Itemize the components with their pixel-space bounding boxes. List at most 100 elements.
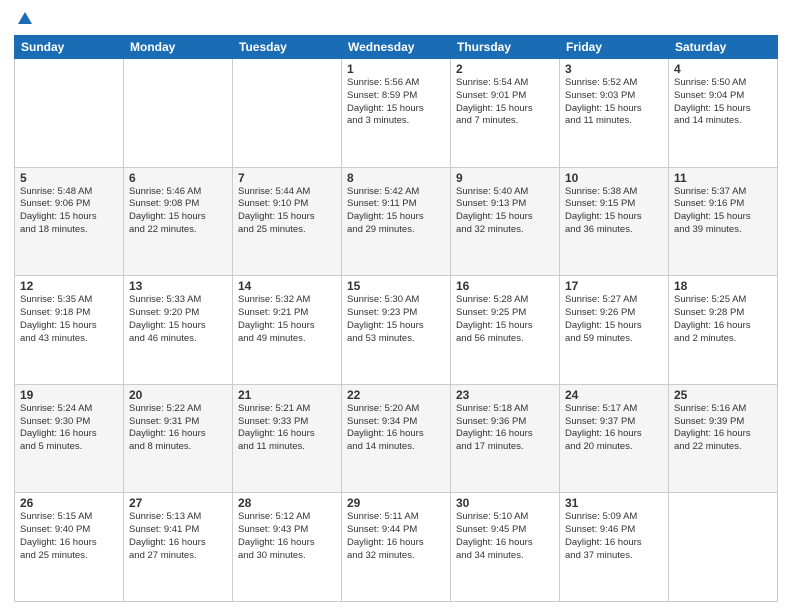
day-number: 12	[20, 279, 118, 293]
day-info: Sunrise: 5:37 AMSunset: 9:16 PMDaylight:…	[674, 186, 772, 237]
day-info: Sunrise: 5:11 AMSunset: 9:44 PMDaylight:…	[347, 511, 445, 562]
day-info: Sunrise: 5:46 AMSunset: 9:08 PMDaylight:…	[129, 186, 227, 237]
day-info: Sunrise: 5:12 AMSunset: 9:43 PMDaylight:…	[238, 511, 336, 562]
day-number: 27	[129, 496, 227, 510]
calendar-cell: 14Sunrise: 5:32 AMSunset: 9:21 PMDayligh…	[233, 276, 342, 385]
day-number: 29	[347, 496, 445, 510]
day-number: 10	[565, 171, 663, 185]
calendar-cell: 2Sunrise: 5:54 AMSunset: 9:01 PMDaylight…	[451, 59, 560, 168]
day-info: Sunrise: 5:32 AMSunset: 9:21 PMDaylight:…	[238, 294, 336, 345]
calendar-week-row: 19Sunrise: 5:24 AMSunset: 9:30 PMDayligh…	[15, 384, 778, 493]
day-number: 22	[347, 388, 445, 402]
day-number: 5	[20, 171, 118, 185]
calendar-cell: 31Sunrise: 5:09 AMSunset: 9:46 PMDayligh…	[560, 493, 669, 602]
calendar-cell: 18Sunrise: 5:25 AMSunset: 9:28 PMDayligh…	[669, 276, 778, 385]
day-number: 19	[20, 388, 118, 402]
calendar-table: SundayMondayTuesdayWednesdayThursdayFrid…	[14, 35, 778, 602]
day-number: 16	[456, 279, 554, 293]
day-number: 15	[347, 279, 445, 293]
calendar-week-row: 1Sunrise: 5:56 AMSunset: 8:59 PMDaylight…	[15, 59, 778, 168]
day-number: 25	[674, 388, 772, 402]
day-of-week-header: Thursday	[451, 36, 560, 59]
calendar-cell: 23Sunrise: 5:18 AMSunset: 9:36 PMDayligh…	[451, 384, 560, 493]
day-info: Sunrise: 5:22 AMSunset: 9:31 PMDaylight:…	[129, 403, 227, 454]
day-info: Sunrise: 5:40 AMSunset: 9:13 PMDaylight:…	[456, 186, 554, 237]
day-number: 13	[129, 279, 227, 293]
calendar-cell: 24Sunrise: 5:17 AMSunset: 9:37 PMDayligh…	[560, 384, 669, 493]
day-number: 18	[674, 279, 772, 293]
day-info: Sunrise: 5:24 AMSunset: 9:30 PMDaylight:…	[20, 403, 118, 454]
day-number: 1	[347, 62, 445, 76]
day-number: 3	[565, 62, 663, 76]
day-number: 8	[347, 171, 445, 185]
calendar-week-row: 12Sunrise: 5:35 AMSunset: 9:18 PMDayligh…	[15, 276, 778, 385]
calendar-cell: 17Sunrise: 5:27 AMSunset: 9:26 PMDayligh…	[560, 276, 669, 385]
calendar-cell: 30Sunrise: 5:10 AMSunset: 9:45 PMDayligh…	[451, 493, 560, 602]
calendar-cell: 3Sunrise: 5:52 AMSunset: 9:03 PMDaylight…	[560, 59, 669, 168]
day-of-week-header: Wednesday	[342, 36, 451, 59]
day-info: Sunrise: 5:18 AMSunset: 9:36 PMDaylight:…	[456, 403, 554, 454]
day-number: 6	[129, 171, 227, 185]
calendar-cell	[15, 59, 124, 168]
day-info: Sunrise: 5:10 AMSunset: 9:45 PMDaylight:…	[456, 511, 554, 562]
logo-icon	[16, 10, 34, 33]
calendar-week-row: 5Sunrise: 5:48 AMSunset: 9:06 PMDaylight…	[15, 167, 778, 276]
calendar-cell: 9Sunrise: 5:40 AMSunset: 9:13 PMDaylight…	[451, 167, 560, 276]
day-info: Sunrise: 5:27 AMSunset: 9:26 PMDaylight:…	[565, 294, 663, 345]
day-info: Sunrise: 5:28 AMSunset: 9:25 PMDaylight:…	[456, 294, 554, 345]
day-number: 28	[238, 496, 336, 510]
day-info: Sunrise: 5:48 AMSunset: 9:06 PMDaylight:…	[20, 186, 118, 237]
day-info: Sunrise: 5:44 AMSunset: 9:10 PMDaylight:…	[238, 186, 336, 237]
logo	[14, 10, 36, 29]
day-number: 9	[456, 171, 554, 185]
calendar-cell: 1Sunrise: 5:56 AMSunset: 8:59 PMDaylight…	[342, 59, 451, 168]
day-info: Sunrise: 5:52 AMSunset: 9:03 PMDaylight:…	[565, 77, 663, 128]
day-info: Sunrise: 5:16 AMSunset: 9:39 PMDaylight:…	[674, 403, 772, 454]
day-info: Sunrise: 5:42 AMSunset: 9:11 PMDaylight:…	[347, 186, 445, 237]
day-number: 2	[456, 62, 554, 76]
day-number: 24	[565, 388, 663, 402]
calendar-cell: 27Sunrise: 5:13 AMSunset: 9:41 PMDayligh…	[124, 493, 233, 602]
day-number: 14	[238, 279, 336, 293]
page: SundayMondayTuesdayWednesdayThursdayFrid…	[0, 0, 792, 612]
calendar-cell: 25Sunrise: 5:16 AMSunset: 9:39 PMDayligh…	[669, 384, 778, 493]
day-number: 4	[674, 62, 772, 76]
day-info: Sunrise: 5:56 AMSunset: 8:59 PMDaylight:…	[347, 77, 445, 128]
calendar-header-row: SundayMondayTuesdayWednesdayThursdayFrid…	[15, 36, 778, 59]
calendar-cell: 11Sunrise: 5:37 AMSunset: 9:16 PMDayligh…	[669, 167, 778, 276]
calendar-cell: 12Sunrise: 5:35 AMSunset: 9:18 PMDayligh…	[15, 276, 124, 385]
calendar-cell: 13Sunrise: 5:33 AMSunset: 9:20 PMDayligh…	[124, 276, 233, 385]
calendar-cell: 5Sunrise: 5:48 AMSunset: 9:06 PMDaylight…	[15, 167, 124, 276]
day-info: Sunrise: 5:33 AMSunset: 9:20 PMDaylight:…	[129, 294, 227, 345]
day-info: Sunrise: 5:13 AMSunset: 9:41 PMDaylight:…	[129, 511, 227, 562]
day-of-week-header: Monday	[124, 36, 233, 59]
day-info: Sunrise: 5:15 AMSunset: 9:40 PMDaylight:…	[20, 511, 118, 562]
day-of-week-header: Sunday	[15, 36, 124, 59]
day-number: 17	[565, 279, 663, 293]
day-of-week-header: Friday	[560, 36, 669, 59]
calendar-cell: 20Sunrise: 5:22 AMSunset: 9:31 PMDayligh…	[124, 384, 233, 493]
day-of-week-header: Saturday	[669, 36, 778, 59]
day-number: 31	[565, 496, 663, 510]
day-info: Sunrise: 5:54 AMSunset: 9:01 PMDaylight:…	[456, 77, 554, 128]
day-info: Sunrise: 5:35 AMSunset: 9:18 PMDaylight:…	[20, 294, 118, 345]
calendar-cell	[669, 493, 778, 602]
day-info: Sunrise: 5:38 AMSunset: 9:15 PMDaylight:…	[565, 186, 663, 237]
day-number: 26	[20, 496, 118, 510]
calendar-cell: 21Sunrise: 5:21 AMSunset: 9:33 PMDayligh…	[233, 384, 342, 493]
day-number: 7	[238, 171, 336, 185]
day-of-week-header: Tuesday	[233, 36, 342, 59]
day-number: 11	[674, 171, 772, 185]
day-info: Sunrise: 5:20 AMSunset: 9:34 PMDaylight:…	[347, 403, 445, 454]
calendar-cell: 26Sunrise: 5:15 AMSunset: 9:40 PMDayligh…	[15, 493, 124, 602]
calendar-cell: 19Sunrise: 5:24 AMSunset: 9:30 PMDayligh…	[15, 384, 124, 493]
calendar-cell: 29Sunrise: 5:11 AMSunset: 9:44 PMDayligh…	[342, 493, 451, 602]
day-number: 21	[238, 388, 336, 402]
calendar-cell	[233, 59, 342, 168]
calendar-cell: 4Sunrise: 5:50 AMSunset: 9:04 PMDaylight…	[669, 59, 778, 168]
calendar-cell: 7Sunrise: 5:44 AMSunset: 9:10 PMDaylight…	[233, 167, 342, 276]
calendar-cell: 16Sunrise: 5:28 AMSunset: 9:25 PMDayligh…	[451, 276, 560, 385]
day-info: Sunrise: 5:09 AMSunset: 9:46 PMDaylight:…	[565, 511, 663, 562]
calendar-cell	[124, 59, 233, 168]
calendar-cell: 8Sunrise: 5:42 AMSunset: 9:11 PMDaylight…	[342, 167, 451, 276]
